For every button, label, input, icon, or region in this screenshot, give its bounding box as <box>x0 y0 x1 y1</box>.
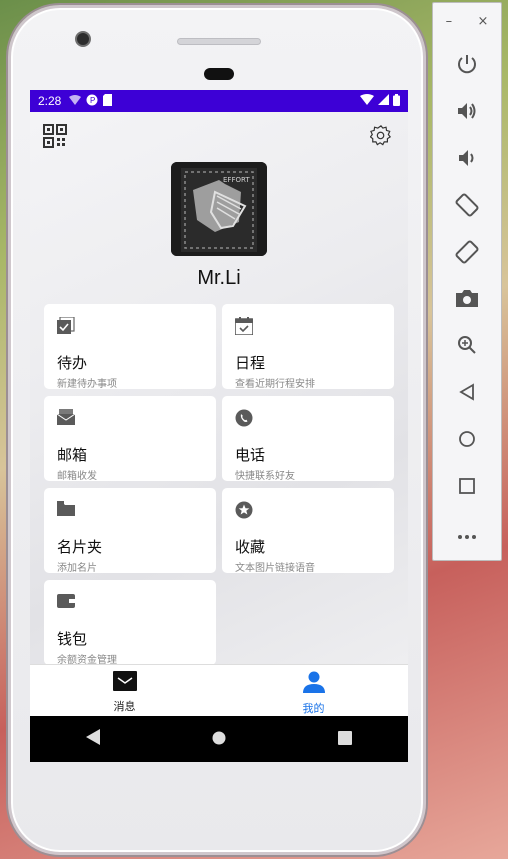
power-icon <box>456 53 478 79</box>
profile-page: EFFORT Mr.Li 待办 新建待办事项 日程 查看近期行程安排 邮箱 邮箱… <box>30 112 408 666</box>
notification-icon: P <box>86 94 98 109</box>
cell-signal-icon <box>378 94 389 108</box>
card-subtitle: 文本图片链接语音 <box>235 563 315 574</box>
power-button[interactable] <box>433 53 501 79</box>
wifi-icon <box>69 94 82 108</box>
message-icon <box>112 671 137 695</box>
card-business-cards[interactable]: 名片夹 添加名片 <box>44 488 216 574</box>
card-subtitle: 查看近期行程安排 <box>235 379 315 390</box>
card-schedule[interactable]: 日程 查看近期行程安排 <box>222 304 394 390</box>
card-title: 电话 <box>235 446 266 464</box>
system-home-icon[interactable] <box>212 730 226 749</box>
card-title: 收藏 <box>235 538 266 556</box>
card-title: 日程 <box>235 354 266 372</box>
card-title: 邮箱 <box>57 446 88 464</box>
status-bar: 2:28 P <box>30 90 408 112</box>
card-title: 名片夹 <box>57 538 103 556</box>
emulator-toolbar: – × <box>432 2 502 561</box>
mail-icon <box>56 409 76 429</box>
back-button[interactable] <box>433 383 501 405</box>
profile-name: Mr.Li <box>197 267 241 289</box>
home-button[interactable] <box>433 430 501 452</box>
volume-down-icon <box>456 147 478 173</box>
rotate-left-button[interactable] <box>433 193 501 221</box>
sim-card-icon <box>103 93 113 109</box>
card-mail[interactable]: 邮箱 邮箱收发 <box>44 396 216 482</box>
card-subtitle: 邮箱收发 <box>57 471 97 482</box>
volume-down-button[interactable] <box>433 147 501 173</box>
status-time: 2:28 <box>38 94 62 108</box>
more-button[interactable] <box>433 525 501 544</box>
svg-text:P: P <box>90 96 95 105</box>
card-favorites[interactable]: 收藏 文本图片链接语音 <box>222 488 394 574</box>
star-icon <box>235 501 253 523</box>
front-camera <box>75 31 91 47</box>
overview-button[interactable] <box>433 477 501 499</box>
zoom-icon <box>457 335 477 359</box>
tab-me[interactable]: 我的 <box>219 665 408 716</box>
card-subtitle: 快捷联系好友 <box>235 471 295 482</box>
phone-frame: 2:28 P EFFORT Mr.Li 待办 新建待办事项 日程 查看近期行程安… <box>8 5 426 855</box>
overview-icon <box>458 477 476 499</box>
volume-up-button[interactable] <box>433 100 501 126</box>
more-icon <box>457 525 477 544</box>
system-overview-icon[interactable] <box>338 730 352 749</box>
back-icon <box>459 383 475 405</box>
tab-me-label: 我的 <box>302 702 325 715</box>
task-check-icon <box>57 316 75 339</box>
bottom-navigation: 消息 我的 <box>30 664 408 716</box>
volume-up-icon <box>456 100 478 126</box>
camera-icon <box>456 288 478 312</box>
proximity-sensor <box>204 68 234 80</box>
system-back-icon[interactable] <box>86 729 100 749</box>
phone-screen: 2:28 P EFFORT Mr.Li 待办 新建待办事项 日程 查看近期行程安… <box>30 90 408 762</box>
card-subtitle: 添加名片 <box>57 563 97 574</box>
tab-messages-label: 消息 <box>113 700 136 713</box>
card-todo[interactable]: 待办 新建待办事项 <box>44 304 216 390</box>
svg-text:EFFORT: EFFORT <box>223 176 250 184</box>
calendar-icon <box>234 317 254 339</box>
qr-code-icon[interactable] <box>43 124 67 152</box>
card-wallet[interactable]: 钱包 余额资金管理 <box>44 580 216 666</box>
card-phone[interactable]: 电话 快捷联系好友 <box>222 396 394 482</box>
wifi-signal-icon <box>360 94 374 108</box>
card-subtitle: 新建待办事项 <box>57 379 117 390</box>
person-icon <box>302 671 326 697</box>
system-navigation-bar <box>30 716 408 762</box>
close-window-button[interactable]: × <box>477 14 488 29</box>
card-title: 钱包 <box>57 630 88 648</box>
battery-icon <box>393 93 400 109</box>
folder-icon <box>57 501 75 520</box>
home-icon <box>458 430 476 452</box>
zoom-button[interactable] <box>433 335 501 359</box>
tab-messages[interactable]: 消息 <box>30 665 219 716</box>
rotate-right-button[interactable] <box>433 240 501 268</box>
earpiece-speaker <box>177 38 261 45</box>
rotate-left-icon <box>455 193 479 221</box>
avatar[interactable]: EFFORT <box>171 162 267 256</box>
wallet-icon <box>57 593 75 612</box>
minimize-button[interactable]: – <box>446 14 453 29</box>
rotate-right-icon <box>455 240 479 268</box>
settings-gear-icon[interactable] <box>369 124 392 150</box>
screenshot-button[interactable] <box>433 288 501 312</box>
phone-icon <box>235 409 253 431</box>
card-title: 待办 <box>57 354 88 372</box>
